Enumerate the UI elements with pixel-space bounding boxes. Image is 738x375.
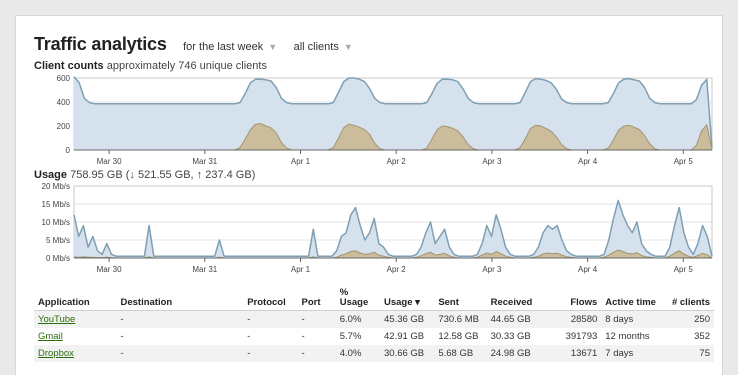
client-counts-label: Client counts bbox=[34, 60, 104, 72]
table-row: Gmail - - - 5.7% 42.91 GB 12.58 GB 30.33… bbox=[34, 328, 714, 345]
y-tick-label: 0 Mb/s bbox=[46, 254, 70, 263]
cell-flows: 391793 bbox=[565, 331, 598, 342]
cell-destination: - bbox=[120, 331, 124, 342]
col-clients[interactable]: # clients bbox=[665, 286, 714, 311]
client-counts-chart: 0 200 400 600 Mar 30 Mar 31 Apr 1 Apr 2 Apr 3 Apr… bbox=[57, 74, 713, 166]
time-range-label: for the last week bbox=[183, 41, 264, 53]
col-received[interactable]: Received bbox=[486, 286, 549, 311]
cell-active-time: 8 days bbox=[601, 310, 666, 328]
cell-pct-usage: 5.7% bbox=[339, 331, 362, 342]
cell-usage: 42.91 GB bbox=[384, 331, 425, 342]
y-tick-label: 0 bbox=[66, 146, 71, 155]
x-tick-label: Apr 2 bbox=[387, 157, 407, 166]
x-tick-label: Apr 1 bbox=[291, 265, 311, 274]
client-filter-label: all clients bbox=[293, 41, 339, 53]
y-tick-label: 15 Mb/s bbox=[42, 200, 70, 209]
y-tick-label: 600 bbox=[57, 74, 71, 83]
cell-port: - bbox=[301, 331, 305, 342]
x-tick-label: Apr 3 bbox=[482, 157, 502, 166]
cell-protocol: - bbox=[247, 331, 251, 342]
usage-header: Usage 758.95 GB (↓ 521.55 GB, ↑ 237.4 GB… bbox=[34, 169, 255, 181]
title-row: Traffic analytics for the last week ▼ all… bbox=[34, 34, 353, 55]
y-tick-label: 5 Mb/s bbox=[46, 236, 70, 245]
col-sent[interactable]: Sent bbox=[434, 286, 487, 311]
app-link[interactable]: Dropbox bbox=[38, 348, 74, 359]
cell-active-time: 12 months bbox=[605, 331, 650, 342]
traffic-analytics-panel: Traffic analytics for the last week ▼ all… bbox=[15, 15, 723, 375]
x-tick-label: Apr 1 bbox=[291, 157, 311, 166]
client-counts-header: Client counts approximately 746 unique c… bbox=[34, 60, 267, 72]
y-tick-label: 400 bbox=[57, 98, 71, 107]
col-destination[interactable]: Destination bbox=[116, 286, 244, 311]
col-port[interactable]: Port bbox=[297, 286, 336, 311]
x-tick-label: Apr 5 bbox=[674, 157, 694, 166]
cell-received: 30.33 GB bbox=[490, 331, 531, 342]
y-tick-label: 20 Mb/s bbox=[42, 182, 70, 191]
col-active-time[interactable]: Active time bbox=[601, 286, 666, 311]
col-usage[interactable]: Usage ▾ bbox=[380, 286, 435, 311]
cell-active-time: 7 days bbox=[601, 345, 666, 362]
cell-flows: 13671 bbox=[548, 345, 602, 362]
cell-flows: 28580 bbox=[548, 310, 602, 328]
x-tick-label: Mar 31 bbox=[192, 265, 217, 274]
col-pct-usage[interactable]: % Usage bbox=[335, 286, 380, 311]
cell-usage: 45.36 GB bbox=[380, 310, 435, 328]
x-tick-label: Mar 30 bbox=[97, 265, 122, 274]
client-counts-summary: approximately 746 unique clients bbox=[106, 60, 267, 72]
x-tick-label: Apr 3 bbox=[482, 265, 502, 274]
cell-received: 24.98 GB bbox=[486, 345, 549, 362]
cell-sent: 5.68 GB bbox=[434, 345, 487, 362]
cell-protocol: - bbox=[243, 310, 298, 328]
cell-pct-usage: 6.0% bbox=[335, 310, 380, 328]
page-title: Traffic analytics bbox=[34, 34, 167, 54]
cell-received: 44.65 GB bbox=[486, 310, 549, 328]
app-link[interactable]: Gmail bbox=[38, 331, 63, 342]
cell-protocol: - bbox=[243, 345, 298, 362]
usage-label: Usage bbox=[34, 169, 68, 181]
col-protocol[interactable]: Protocol bbox=[243, 286, 298, 311]
col-application[interactable]: Application bbox=[34, 286, 117, 311]
client-filter-dropdown[interactable]: all clients ▼ bbox=[294, 41, 353, 53]
table-header-row: Application Destination Protocol Port % … bbox=[34, 286, 714, 311]
cell-pct-usage: 4.0% bbox=[335, 345, 380, 362]
cell-clients: 75 bbox=[665, 345, 714, 362]
applications-table: Application Destination Protocol Port % … bbox=[34, 286, 714, 362]
y-tick-label: 10 Mb/s bbox=[42, 218, 70, 227]
table-row: YouTube - - - 6.0% 45.36 GB 730.6 MB 44.… bbox=[34, 310, 714, 328]
cell-port: - bbox=[297, 310, 336, 328]
cell-destination: - bbox=[116, 345, 244, 362]
col-flows[interactable]: Flows bbox=[548, 286, 602, 311]
cell-sent: 730.6 MB bbox=[434, 310, 487, 328]
time-range-dropdown[interactable]: for the last week ▼ bbox=[183, 41, 277, 53]
cell-clients: 352 bbox=[694, 331, 710, 342]
cell-destination: - bbox=[116, 310, 244, 328]
x-tick-label: Apr 4 bbox=[578, 265, 598, 274]
chevron-down-icon: ▼ bbox=[268, 42, 278, 52]
cell-usage: 30.66 GB bbox=[380, 345, 435, 362]
chevron-down-icon: ▼ bbox=[343, 42, 353, 52]
table-row: Dropbox - - - 4.0% 30.66 GB 5.68 GB 24.9… bbox=[34, 345, 714, 362]
cell-sent: 12.58 GB bbox=[438, 331, 479, 342]
x-tick-label: Apr 4 bbox=[578, 157, 598, 166]
usage-chart: 0 Mb/s 5 Mb/s 10 Mb/s 15 Mb/s 20 Mb/s Mar 30 M… bbox=[42, 182, 713, 274]
app-link[interactable]: YouTube bbox=[38, 314, 75, 325]
usage-summary: 758.95 GB (↓ 521.55 GB, ↑ 237.4 GB) bbox=[70, 169, 256, 181]
y-tick-label: 200 bbox=[57, 122, 71, 131]
cell-clients: 250 bbox=[665, 310, 714, 328]
x-tick-label: Mar 31 bbox=[192, 157, 217, 166]
x-tick-label: Apr 5 bbox=[674, 265, 694, 274]
cell-port: - bbox=[297, 345, 336, 362]
x-tick-label: Mar 30 bbox=[97, 157, 122, 166]
x-tick-label: Apr 2 bbox=[387, 265, 407, 274]
